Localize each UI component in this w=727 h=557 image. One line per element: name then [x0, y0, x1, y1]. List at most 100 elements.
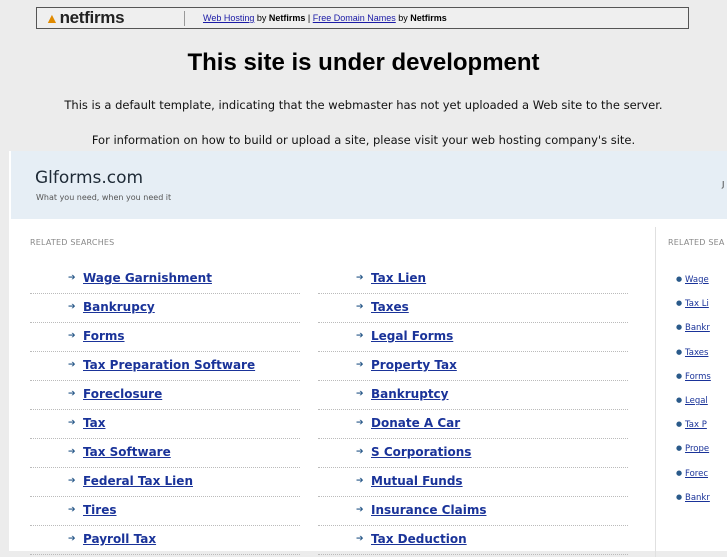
- arrow-right-icon: ➔: [68, 534, 76, 544]
- arrow-right-icon: ➔: [356, 447, 364, 457]
- banner-links: Web Hosting by Netfirms | Free Domain Na…: [203, 12, 447, 24]
- related-search-item[interactable]: ➔ Payroll Tax: [30, 526, 300, 555]
- related-search-link[interactable]: Bankruptcy: [371, 387, 449, 402]
- free-domain-names-link[interactable]: Free Domain Names: [313, 13, 396, 23]
- default-template-message: This is a default template, indicating t…: [64, 98, 663, 112]
- bullet-icon: ●: [676, 323, 683, 332]
- side-related-search-link[interactable]: Tax P: [685, 419, 707, 431]
- hosting-info-message: For information on how to build or uploa…: [91, 133, 636, 147]
- bullet-icon: ●: [676, 347, 683, 356]
- related-search-link[interactable]: Tax: [83, 416, 105, 431]
- related-search-link[interactable]: S Corporations: [371, 445, 471, 460]
- arrow-right-icon: ➔: [356, 476, 364, 486]
- related-search-link[interactable]: Foreclosure: [83, 387, 162, 402]
- related-search-item[interactable]: ➔ Wage Garnishment: [30, 265, 300, 294]
- parked-site-frame: Glforms.com What you need, when you need…: [9, 151, 727, 557]
- arrow-right-icon: ➔: [356, 331, 364, 341]
- side-related-searches-label: RELATED SEA: [668, 238, 725, 247]
- side-related-search-link[interactable]: Taxes: [685, 347, 708, 359]
- bullet-icon: ●: [676, 371, 683, 380]
- arrow-right-icon: ➔: [356, 505, 364, 515]
- bullet-icon: ●: [676, 396, 683, 404]
- arrow-right-icon: ➔: [68, 505, 76, 515]
- arrow-right-icon: ➔: [356, 302, 364, 312]
- site-header-right-text: J: [722, 180, 725, 189]
- bullet-icon: ●: [676, 468, 683, 477]
- netfirms-logo-icon: ▲: [45, 10, 59, 26]
- related-searches-label: RELATED SEARCHES: [30, 238, 115, 247]
- side-related-search-link[interactable]: Prope: [685, 443, 709, 455]
- site-tagline: What you need, when you need it: [36, 193, 172, 202]
- bullet-icon: ●: [676, 420, 683, 429]
- related-search-link[interactable]: Federal Tax Lien: [83, 474, 193, 489]
- side-related-search-link[interactable]: Bankr: [685, 492, 710, 504]
- related-search-link[interactable]: Wage Garnishment: [83, 271, 212, 286]
- netfirms-banner: ▲netfirms Web Hosting by Netfirms | Free…: [36, 7, 689, 29]
- side-related-search-link[interactable]: Legal: [685, 395, 708, 407]
- site-title[interactable]: Glforms.com: [35, 168, 143, 188]
- side-related-search-link[interactable]: Forec: [685, 468, 708, 480]
- related-search-item[interactable]: ➔ Tax Preparation Software: [30, 352, 300, 381]
- bullet-icon: ●: [676, 275, 683, 283]
- arrow-right-icon: ➔: [68, 331, 76, 341]
- related-search-item[interactable]: ➔ Insurance Claims: [318, 497, 628, 526]
- column-divider: [655, 227, 656, 557]
- arrow-right-icon: ➔: [68, 360, 76, 370]
- related-search-link[interactable]: Tax Preparation Software: [83, 358, 255, 373]
- related-search-item[interactable]: ➔ Federal Tax Lien: [30, 468, 300, 497]
- related-search-item[interactable]: ➔ Tax: [30, 410, 300, 439]
- related-search-link[interactable]: Property Tax: [371, 358, 457, 373]
- arrow-right-icon: ➔: [68, 447, 76, 457]
- related-search-item[interactable]: ➔ Bankrupcy: [30, 294, 300, 323]
- related-search-link[interactable]: Tires: [83, 503, 117, 518]
- by-text-2: by: [395, 13, 411, 23]
- netfirms-logo[interactable]: ▲netfirms: [45, 9, 155, 27]
- related-search-item[interactable]: ➔ Bankruptcy: [318, 381, 628, 410]
- arrow-right-icon: ➔: [68, 302, 76, 312]
- related-search-item[interactable]: ➔ Tax Lien: [318, 265, 628, 294]
- brand-text-2: Netfirms: [410, 13, 447, 23]
- related-search-link[interactable]: Insurance Claims: [371, 503, 486, 518]
- related-search-link[interactable]: Legal Forms: [371, 329, 453, 344]
- related-search-item[interactable]: ➔ Donate A Car: [318, 410, 628, 439]
- related-search-item[interactable]: ➔ S Corporations: [318, 439, 628, 468]
- related-search-item[interactable]: ➔ Tax Software: [30, 439, 300, 468]
- arrow-right-icon: ➔: [68, 273, 76, 283]
- arrow-right-icon: ➔: [356, 534, 364, 544]
- related-search-item[interactable]: ➔ Legal Forms: [318, 323, 628, 352]
- arrow-right-icon: ➔: [68, 476, 76, 486]
- related-search-link[interactable]: Taxes: [371, 300, 409, 315]
- side-related-search-link[interactable]: Forms: [685, 371, 711, 383]
- related-search-item[interactable]: ➔ Tax Deduction: [318, 526, 628, 555]
- related-search-link[interactable]: Bankrupcy: [83, 300, 155, 315]
- related-search-link[interactable]: Tax Lien: [371, 271, 426, 286]
- arrow-right-icon: ➔: [356, 389, 364, 399]
- logo-text: netfirms: [59, 8, 125, 27]
- related-search-link[interactable]: Tax Software: [83, 445, 171, 460]
- arrow-right-icon: ➔: [68, 389, 76, 399]
- side-related-search-link[interactable]: Bankr: [685, 322, 710, 334]
- bullet-icon: ●: [676, 299, 683, 308]
- related-search-item[interactable]: ➔ Mutual Funds: [318, 468, 628, 497]
- related-search-item[interactable]: ➔ Tires: [30, 497, 300, 526]
- arrow-right-icon: ➔: [356, 360, 364, 370]
- related-search-item[interactable]: ➔ Taxes: [318, 294, 628, 323]
- arrow-right-icon: ➔: [68, 418, 76, 428]
- related-search-item[interactable]: ➔ Forms: [30, 323, 300, 352]
- related-search-item[interactable]: ➔ Foreclosure: [30, 381, 300, 410]
- side-related-search-link[interactable]: Tax Li: [685, 298, 709, 310]
- related-search-link[interactable]: Forms: [83, 329, 125, 344]
- side-related-search-link[interactable]: Wage: [685, 274, 709, 286]
- arrow-right-icon: ➔: [356, 273, 364, 283]
- site-header: Glforms.com What you need, when you need…: [11, 151, 727, 219]
- pipe-text: |: [305, 13, 313, 23]
- related-search-link[interactable]: Mutual Funds: [371, 474, 463, 489]
- bullet-icon: ●: [676, 444, 683, 453]
- bullet-icon: ●: [676, 492, 683, 501]
- page-heading: This site is under development: [187, 49, 540, 76]
- related-search-link[interactable]: Donate A Car: [371, 416, 460, 431]
- related-search-item[interactable]: ➔ Property Tax: [318, 352, 628, 381]
- web-hosting-link[interactable]: Web Hosting: [203, 13, 254, 23]
- arrow-right-icon: ➔: [356, 418, 364, 428]
- banner-separator: [184, 11, 185, 26]
